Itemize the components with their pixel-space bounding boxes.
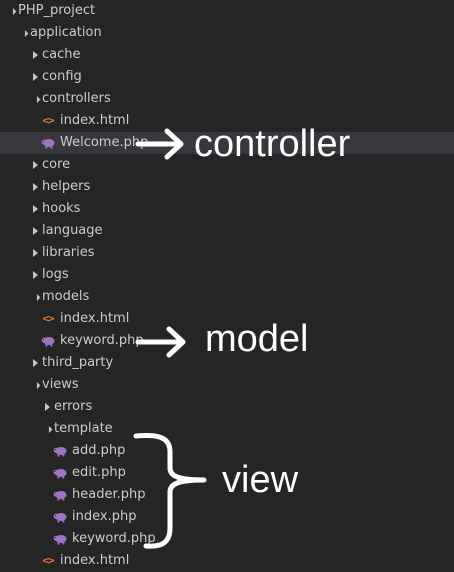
arrow-controller bbox=[135, 128, 184, 160]
annotation-view: view bbox=[222, 459, 299, 501]
arrow-model bbox=[135, 326, 186, 358]
annotation-controller: controller bbox=[194, 123, 351, 165]
brace-view bbox=[133, 433, 207, 549]
annotation-model: model bbox=[205, 318, 309, 360]
